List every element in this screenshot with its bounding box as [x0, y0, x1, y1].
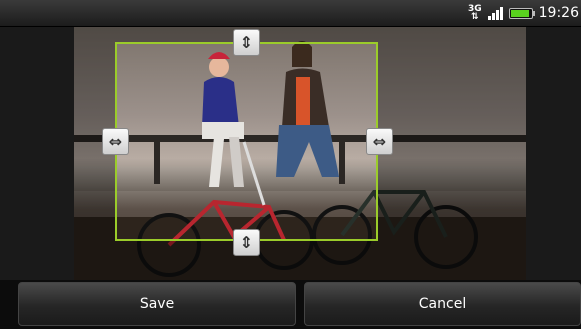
signal-strength-icon	[487, 6, 503, 20]
vertical-resize-icon[interactable]: ⇕	[233, 29, 260, 56]
crop-dim-top	[74, 27, 526, 42]
crop-dim-right	[378, 42, 526, 241]
horizontal-resize-icon[interactable]: ⇔	[102, 128, 129, 155]
action-bar: Save Cancel	[0, 280, 581, 329]
crop-dim-bottom	[74, 241, 526, 280]
network-type-icon: 3G ⇅	[468, 5, 482, 22]
vertical-resize-icon[interactable]: ⇕	[233, 229, 260, 256]
save-button[interactable]: Save	[18, 282, 296, 326]
data-arrows-icon: ⇅	[471, 12, 479, 22]
battery-icon	[508, 7, 535, 19]
status-icons: 3G ⇅ 19:26	[468, 0, 579, 26]
clock: 19:26	[538, 5, 579, 21]
status-bar: 3G ⇅ 19:26	[0, 0, 581, 27]
crop-rectangle[interactable]	[115, 42, 378, 241]
horizontal-resize-icon[interactable]: ⇔	[366, 128, 393, 155]
battery-level	[510, 9, 529, 17]
crop-editor: ⇕ ⇕ ⇔ ⇔	[0, 27, 581, 280]
cancel-button[interactable]: Cancel	[304, 282, 581, 326]
